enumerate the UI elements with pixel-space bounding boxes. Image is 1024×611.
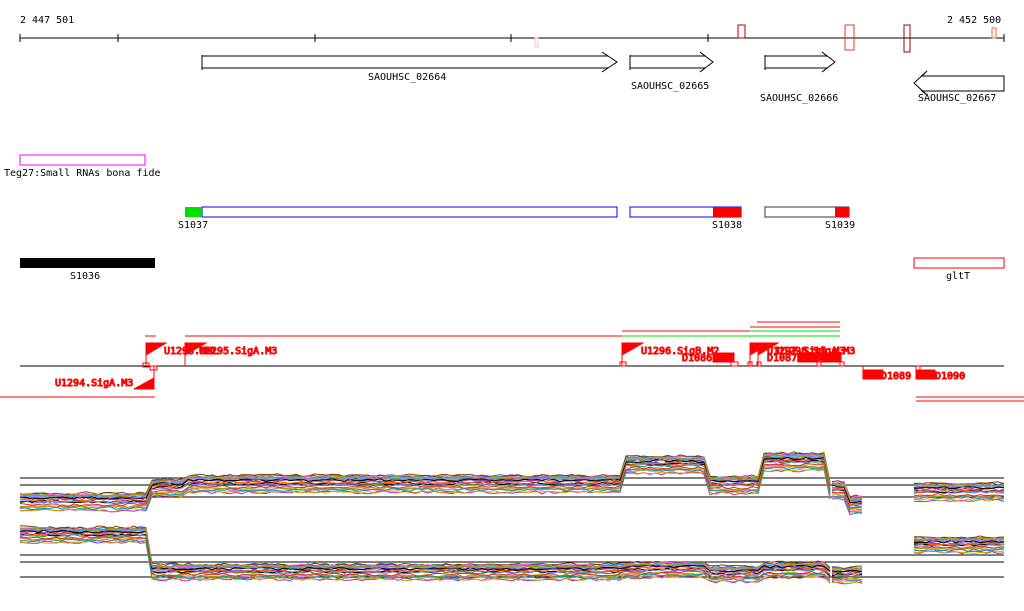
terminator-D1086[interactable]: D1086 xyxy=(682,352,739,367)
gene-label: SAOUHSC_02664 xyxy=(368,72,446,83)
terminator-label: D1087 xyxy=(767,353,797,364)
terminator-label: D1086 xyxy=(682,353,712,364)
segment-label: S1036 xyxy=(70,271,100,282)
gene-SAOUHSC_02664[interactable]: SAOUHSC_02664 xyxy=(201,51,618,83)
ruler-end-label: 2 452 500 xyxy=(947,15,1001,26)
expression-trace xyxy=(19,528,831,572)
segment-label: gltT xyxy=(946,271,970,282)
gene-label: SAOUHSC_02667 xyxy=(918,93,996,104)
segment-S1038[interactable]: S1038 xyxy=(629,206,742,231)
terminator-label: D1088 xyxy=(797,353,827,364)
gene-label: SAOUHSC_02666 xyxy=(760,93,838,104)
promoter-U1294[interactable]: U1294.SigA.M3 xyxy=(55,365,158,390)
promoter-label: U1294.SigA.M3 xyxy=(55,378,133,389)
genome-browser: 2 447 501 2 452 500 SAOUHSC_02664 SAOUHS… xyxy=(0,15,1024,585)
ruler: 2 447 501 2 452 500 xyxy=(19,15,1005,53)
segment-gltT[interactable]: gltT xyxy=(913,257,1005,282)
expression-plots xyxy=(19,451,1005,585)
small-rna-label: Teg27:Small RNAs bona fide xyxy=(4,168,161,179)
terminator-label: D1090 xyxy=(935,371,965,382)
segment-label: S1039 xyxy=(825,220,855,231)
gene-SAOUHSC_02665[interactable]: SAOUHSC_02665 xyxy=(629,51,714,92)
segment-S1037[interactable]: S1037 xyxy=(178,206,618,231)
promoter-label: U1295.SigA.M3 xyxy=(199,346,277,357)
terminator-D1088[interactable]: D1088 xyxy=(797,352,845,367)
segment-label: S1038 xyxy=(712,220,742,231)
ruler-start-label: 2 447 501 xyxy=(20,15,74,26)
gene-label: SAOUHSC_02665 xyxy=(631,81,709,92)
terminator-label: D1089 xyxy=(881,371,911,382)
gene-SAOUHSC_02666[interactable]: SAOUHSC_02666 xyxy=(760,51,838,104)
terminator-D1089[interactable]: D1089 xyxy=(862,366,912,383)
small-rna-feature[interactable]: Teg27:Small RNAs bona fide xyxy=(4,154,161,179)
terminator-D1090[interactable]: D1090 xyxy=(915,365,966,383)
segment-S1036[interactable]: S1036 xyxy=(20,258,155,282)
segment-label: S1037 xyxy=(178,220,208,231)
gene-SAOUHSC_02667[interactable]: SAOUHSC_02667 xyxy=(913,70,1005,104)
promoter-U1295[interactable]: U1295.SigA.M3 xyxy=(184,342,278,366)
segment-S1039[interactable]: S1039 xyxy=(764,206,855,231)
